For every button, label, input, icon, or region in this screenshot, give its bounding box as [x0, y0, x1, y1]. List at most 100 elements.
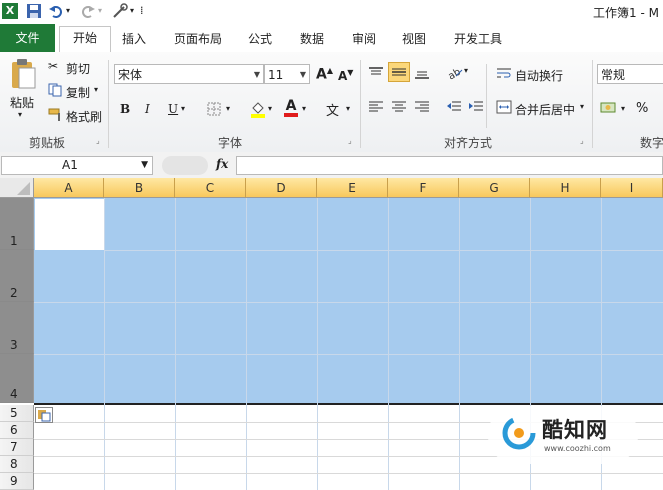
align-middle-icon[interactable] — [388, 62, 410, 82]
tab-formulas[interactable]: 公式 — [240, 28, 280, 50]
row-header-4[interactable]: 4 — [0, 354, 34, 403]
copy-button[interactable]: 复制 — [66, 84, 90, 101]
font-color-button[interactable]: A — [284, 99, 298, 117]
orientation-icon[interactable]: ab — [446, 64, 464, 83]
underline-dropdown-icon[interactable]: ▾ — [181, 104, 185, 113]
phonetic-guide-button[interactable]: 文 — [326, 100, 339, 119]
italic-button[interactable]: I — [145, 102, 150, 116]
align-center-icon[interactable] — [391, 100, 407, 117]
row-header-2[interactable]: 2 — [0, 250, 34, 302]
copy-icon[interactable] — [48, 83, 62, 100]
excel-logo-icon: X — [2, 3, 18, 19]
cut-icon[interactable]: ✂ — [48, 59, 58, 73]
column-header-a[interactable]: A — [34, 178, 104, 198]
formula-input[interactable] — [236, 156, 663, 175]
column-header-g[interactable]: G — [459, 178, 530, 198]
merge-center-button[interactable]: 合并后居中 — [515, 101, 575, 118]
row-header-5[interactable]: 5 — [0, 405, 34, 422]
row-header-1[interactable]: 1 — [0, 198, 34, 250]
paste-dropdown-icon[interactable]: ▾ — [18, 110, 22, 119]
wrap-text-button[interactable]: 自动换行 — [515, 67, 563, 84]
align-right-icon[interactable] — [414, 100, 430, 117]
merge-center-icon[interactable] — [496, 100, 512, 117]
column-header-i[interactable]: I — [601, 178, 663, 198]
font-size-combo[interactable]: 11 ▼ — [264, 64, 310, 84]
name-box[interactable]: A1 ▼ — [1, 156, 153, 175]
tab-file[interactable]: 文件 — [0, 24, 55, 52]
tab-data[interactable]: 数据 — [292, 28, 332, 50]
format-painter-button[interactable]: 格式刷 — [66, 108, 102, 125]
borders-dropdown-icon[interactable]: ▾ — [226, 104, 230, 113]
tab-review[interactable]: 审阅 — [344, 28, 384, 50]
row-header-6[interactable]: 6 — [0, 422, 34, 439]
tab-home[interactable]: 开始 — [59, 26, 111, 53]
column-header-c[interactable]: C — [175, 178, 246, 198]
decrease-indent-icon[interactable] — [446, 100, 462, 117]
qat-more-icon[interactable]: ⁞ — [140, 3, 156, 19]
format-painter-icon[interactable] — [48, 108, 64, 125]
column-header-f[interactable]: F — [388, 178, 459, 198]
svg-text:ab: ab — [446, 67, 462, 80]
tab-page-layout[interactable]: 页面布局 — [166, 28, 230, 50]
undo-icon[interactable] — [48, 3, 64, 19]
copy-dropdown-icon[interactable]: ▾ — [94, 85, 98, 94]
row-header-9[interactable]: 9 — [0, 473, 34, 490]
align-top-icon[interactable] — [368, 66, 384, 83]
tools-icon[interactable] — [112, 3, 128, 19]
gridline — [246, 198, 247, 490]
title-bar: X ▾ ▾ ▾ ⁞ 工作簿1 - M — [0, 0, 663, 24]
bold-button[interactable]: B — [120, 102, 130, 116]
alignment-launcher-icon[interactable]: ⌟ — [580, 136, 584, 145]
borders-icon[interactable] — [207, 102, 221, 119]
orientation-dropdown-icon[interactable]: ▾ — [464, 66, 468, 75]
percent-button[interactable]: % — [636, 101, 648, 116]
column-header-e[interactable]: E — [317, 178, 388, 198]
insert-function-button[interactable]: fx — [216, 157, 228, 171]
phonetic-dropdown-icon[interactable]: ▾ — [346, 104, 350, 113]
fill-color-icon[interactable] — [250, 100, 266, 121]
font-launcher-icon[interactable]: ⌟ — [348, 136, 352, 145]
paste-options-icon[interactable] — [35, 407, 53, 423]
cut-button[interactable]: 剪切 — [66, 60, 90, 77]
currency-icon[interactable] — [600, 100, 618, 117]
redo-icon[interactable] — [80, 3, 96, 19]
tab-insert[interactable]: 插入 — [114, 28, 154, 50]
currency-dropdown-icon[interactable]: ▾ — [621, 104, 625, 113]
tab-developer[interactable]: 开发工具 — [446, 28, 510, 50]
tab-view[interactable]: 视图 — [394, 28, 434, 50]
grow-font-icon[interactable]: A▲ — [316, 66, 333, 83]
row-header-7[interactable]: 7 — [0, 439, 34, 456]
separator — [108, 60, 109, 148]
chevron-down-icon: ▼ — [253, 70, 260, 79]
font-name-combo[interactable]: 宋体 ▼ — [114, 64, 264, 84]
separator — [592, 60, 593, 148]
underline-button[interactable]: U — [168, 102, 178, 116]
alignment-group-label: 对齐方式 — [443, 136, 492, 150]
chevron-down-icon: ▼ — [141, 160, 148, 170]
gridline — [459, 198, 460, 490]
active-cell-a1[interactable] — [35, 199, 104, 250]
save-icon[interactable] — [26, 3, 42, 19]
row-number: 6 — [10, 423, 18, 437]
gridline — [34, 473, 663, 474]
wrap-text-icon[interactable] — [496, 66, 512, 83]
clipboard-launcher-icon[interactable]: ⌟ — [96, 136, 100, 145]
font-color-dropdown-icon[interactable]: ▾ — [302, 104, 306, 113]
column-header-h[interactable]: H — [530, 178, 601, 198]
select-all-button[interactable] — [0, 178, 34, 198]
row-number: 5 — [10, 406, 18, 420]
paste-button[interactable]: 粘贴 — [10, 94, 34, 111]
increase-indent-icon[interactable] — [468, 100, 484, 117]
align-bottom-icon[interactable] — [414, 66, 430, 83]
merge-dropdown-icon[interactable]: ▾ — [580, 102, 584, 111]
number-format-combo[interactable]: 常规 — [597, 64, 663, 84]
row-header-8[interactable]: 8 — [0, 456, 34, 473]
fill-color-dropdown-icon[interactable]: ▾ — [268, 104, 272, 113]
align-left-icon[interactable] — [368, 100, 384, 117]
column-header-d[interactable]: D — [246, 178, 317, 198]
paste-icon[interactable] — [8, 58, 38, 92]
row-header-3[interactable]: 3 — [0, 302, 34, 354]
shrink-font-icon[interactable]: A▼ — [338, 68, 353, 83]
column-header-b[interactable]: B — [104, 178, 175, 198]
watermark-url: www.coozhi.com — [544, 444, 611, 453]
